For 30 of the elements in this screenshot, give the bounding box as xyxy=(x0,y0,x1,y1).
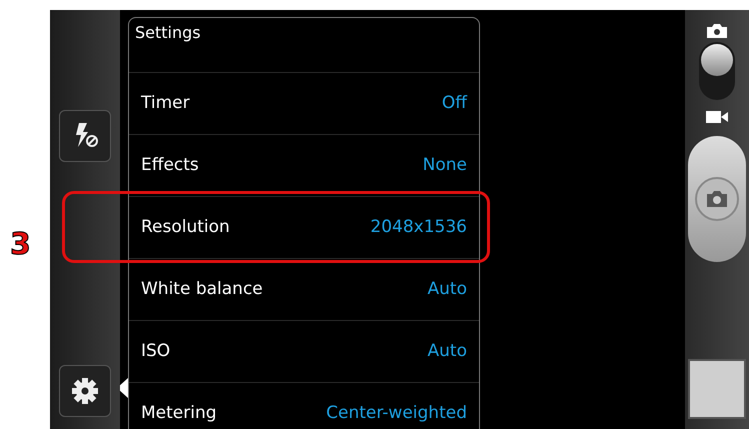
setting-label: Resolution xyxy=(141,216,230,239)
camera-icon xyxy=(695,177,739,221)
setting-value: Auto xyxy=(428,278,467,301)
setting-label: Effects xyxy=(141,154,199,177)
setting-label: White balance xyxy=(141,278,263,301)
mode-switch[interactable] xyxy=(699,42,735,100)
setting-value: Center-weighted xyxy=(326,402,467,425)
photo-thumbnail[interactable] xyxy=(688,359,746,419)
flash-off-button[interactable] xyxy=(59,110,111,162)
setting-value: Auto xyxy=(428,340,467,363)
settings-icon xyxy=(70,376,100,406)
settings-row[interactable]: Resolution 2048x1536 xyxy=(129,197,479,259)
setting-value: Off xyxy=(442,92,467,115)
setting-label: ISO xyxy=(141,340,170,363)
setting-label: Metering xyxy=(141,402,217,425)
setting-label: Timer xyxy=(141,92,190,115)
settings-row[interactable]: ISO Auto xyxy=(129,321,479,383)
settings-button[interactable] xyxy=(59,365,111,417)
video-camera-icon xyxy=(706,110,728,124)
setting-value: None xyxy=(422,154,467,177)
annotation-number: 3 xyxy=(10,226,31,264)
switch-thumb[interactable] xyxy=(701,44,733,76)
settings-row[interactable]: Timer Off xyxy=(129,73,479,135)
settings-row[interactable]: White balance Auto xyxy=(129,259,479,321)
setting-value: 2048x1536 xyxy=(370,216,467,239)
settings-row[interactable]: Metering Center-weighted xyxy=(129,383,479,429)
pointer-icon xyxy=(120,378,128,398)
panel-title: Settings xyxy=(135,23,201,42)
settings-row[interactable]: Effects None xyxy=(129,135,479,197)
camera-icon xyxy=(707,24,727,38)
